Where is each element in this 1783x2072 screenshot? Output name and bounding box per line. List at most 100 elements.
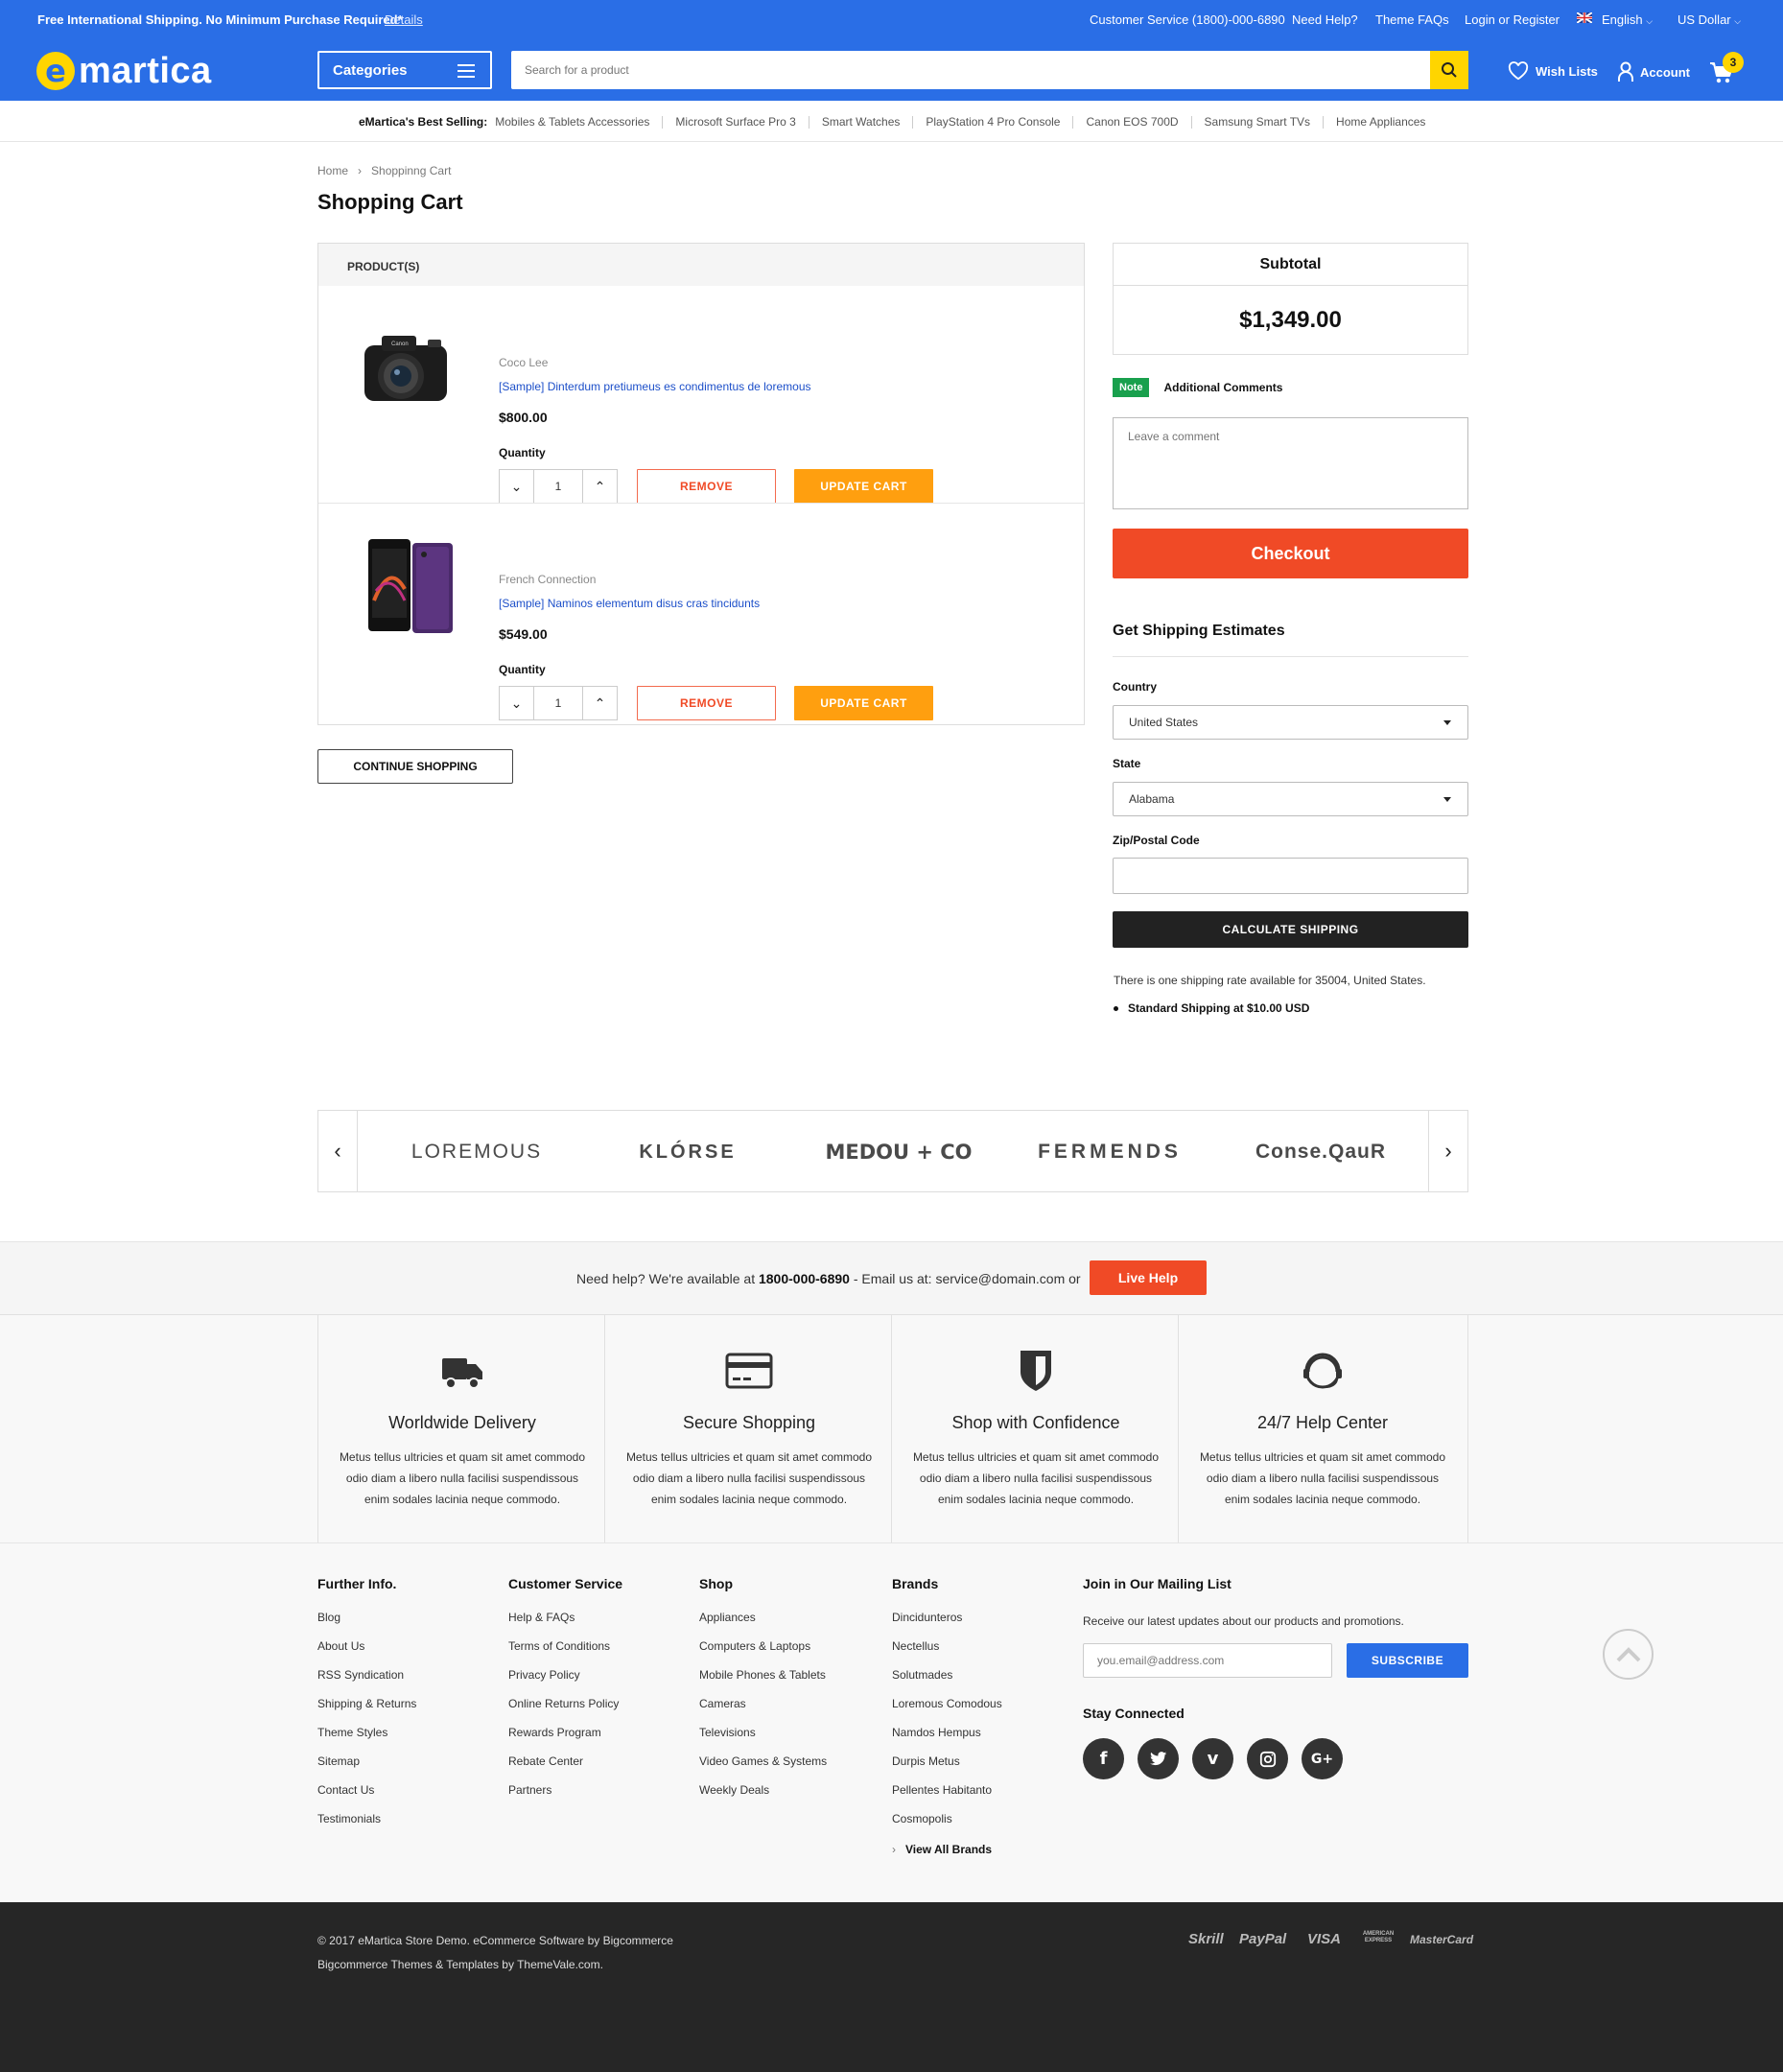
currency-selector[interactable]: US Dollar ⌵ <box>1677 12 1741 27</box>
best-selling-item[interactable]: Mobiles & Tablets Accessories <box>495 115 662 129</box>
update-cart-button[interactable]: UPDATE CART <box>794 686 933 720</box>
footer-link[interactable]: Partners <box>508 1783 622 1812</box>
google-plus-icon[interactable]: G+ <box>1302 1738 1343 1779</box>
footer-link[interactable]: Privacy Policy <box>508 1668 622 1697</box>
instagram-icon[interactable] <box>1247 1738 1288 1779</box>
twitter-icon[interactable] <box>1138 1738 1179 1779</box>
continue-shopping-button[interactable]: CONTINUE SHOPPING <box>317 749 513 784</box>
categories-button[interactable]: Categories <box>317 51 492 89</box>
best-selling-item[interactable]: Samsung Smart TVs <box>1190 115 1323 129</box>
need-help-link[interactable]: Need Help? <box>1292 12 1358 27</box>
carousel-next-button[interactable]: › <box>1428 1111 1467 1191</box>
account-link[interactable]: Account <box>1618 61 1690 82</box>
country-value: United States <box>1129 716 1199 729</box>
best-selling-item[interactable]: Home Appliances <box>1323 115 1438 129</box>
cart-table: PRODUCT(S) Canon Coco Lee [Sample] Dinte… <box>317 243 1085 725</box>
subtotal-box: Subtotal $1,349.00 <box>1113 243 1468 355</box>
increase-quantity-button[interactable]: ⌃ <box>582 687 617 719</box>
remove-button[interactable]: REMOVE <box>637 686 776 720</box>
footer-link[interactable]: Rebate Center <box>508 1754 622 1783</box>
country-select[interactable]: United States <box>1113 705 1468 740</box>
view-all-brands-link[interactable]: › View All Brands <box>892 1843 1002 1856</box>
site-logo[interactable]: e martica <box>36 51 212 91</box>
footer-link[interactable]: Weekly Deals <box>699 1783 827 1812</box>
uk-flag-icon <box>1576 12 1593 26</box>
customer-service-link[interactable]: Customer Service (1800)-000-6890 <box>1090 12 1285 27</box>
footer-link[interactable]: Rewards Program <box>508 1726 622 1754</box>
cart-button[interactable]: 3 <box>1709 52 1744 84</box>
footer-link[interactable]: Televisions <box>699 1726 827 1754</box>
decrease-quantity-button[interactable]: ⌄ <box>500 470 534 503</box>
footer-link[interactable]: Loremous Comodous <box>892 1697 1002 1726</box>
vimeo-icon[interactable]: v <box>1192 1738 1233 1779</box>
footer-link[interactable]: Durpis Metus <box>892 1754 1002 1783</box>
decrease-quantity-button[interactable]: ⌄ <box>500 687 534 719</box>
credit-card-icon <box>725 1353 773 1389</box>
back-to-top-button[interactable] <box>1603 1629 1654 1680</box>
calculate-shipping-button[interactable]: CALCULATE SHIPPING <box>1113 911 1468 948</box>
best-selling-item[interactable]: Canon EOS 700D <box>1072 115 1190 129</box>
live-help-button[interactable]: Live Help <box>1090 1260 1207 1295</box>
footer-link[interactable]: RSS Syndication <box>317 1668 416 1697</box>
footer-link[interactable]: Shipping & Returns <box>317 1697 416 1726</box>
footer-link[interactable]: Mobile Phones & Tablets <box>699 1668 827 1697</box>
language-selector[interactable]: English ⌵ <box>1602 12 1653 27</box>
footer-link[interactable]: Online Returns Policy <box>508 1697 622 1726</box>
state-select[interactable]: Alabama <box>1113 782 1468 816</box>
footer-link[interactable]: Testimonials <box>317 1812 416 1841</box>
wishlists-label: Wish Lists <box>1536 63 1598 79</box>
product-image-phone[interactable] <box>353 533 458 639</box>
subscribe-button[interactable]: SUBSCRIBE <box>1347 1643 1468 1678</box>
update-cart-button[interactable]: UPDATE CART <box>794 469 933 504</box>
footer-link[interactable]: Video Games & Systems <box>699 1754 827 1783</box>
footer-link[interactable]: Cameras <box>699 1697 827 1726</box>
breadcrumb-home[interactable]: Home <box>317 164 348 177</box>
footer-link[interactable]: Computers & Laptops <box>699 1639 827 1668</box>
email-input[interactable] <box>1083 1643 1332 1678</box>
remove-button[interactable]: REMOVE <box>637 469 776 504</box>
brand-logo[interactable]: MEDOU + CO <box>817 1138 980 1166</box>
promo-details-link[interactable]: Details <box>385 12 423 27</box>
brand-logo[interactable]: FERMENDS <box>1028 1138 1191 1166</box>
product-name-link[interactable]: [Sample] Dinterdum pretiumeus es condime… <box>499 380 811 393</box>
footer-link[interactable]: Nectellus <box>892 1639 1002 1668</box>
footer-link[interactable]: Pellentes Habitanto <box>892 1783 1002 1812</box>
facebook-icon[interactable]: f <box>1083 1738 1124 1779</box>
footer-link[interactable]: Blog <box>317 1611 416 1639</box>
increase-quantity-button[interactable]: ⌃ <box>582 470 617 503</box>
product-name-link[interactable]: [Sample] Naminos elementum disus cras ti… <box>499 597 760 610</box>
footer-link[interactable]: Cosmopolis <box>892 1812 1002 1841</box>
product-price: $800.00 <box>499 410 548 425</box>
carousel-prev-button[interactable]: ‹ <box>318 1111 358 1191</box>
brand-logo[interactable]: LOREMOUS <box>395 1138 558 1166</box>
footer-link[interactable]: Solutmades <box>892 1668 1002 1697</box>
search-input[interactable] <box>511 51 1430 89</box>
brand-logo[interactable]: Conse.QauR <box>1239 1138 1402 1166</box>
comment-textarea[interactable] <box>1113 417 1468 509</box>
chevron-right-icon: › <box>892 1843 896 1856</box>
product-image-camera[interactable]: Canon <box>353 317 458 422</box>
footer-link[interactable]: About Us <box>317 1639 416 1668</box>
best-selling-item[interactable]: PlayStation 4 Pro Console <box>912 115 1072 129</box>
footer-link[interactable]: Theme Styles <box>317 1726 416 1754</box>
paypal-logo: PayPal <box>1239 1931 1287 1947</box>
wishlists-link[interactable]: Wish Lists <box>1508 61 1598 81</box>
login-register-link[interactable]: Login or Register <box>1465 12 1560 27</box>
quantity-value[interactable]: 1 <box>534 470 582 503</box>
footer-link[interactable]: Appliances <box>699 1611 827 1639</box>
footer-link[interactable]: Help & FAQs <box>508 1611 622 1639</box>
footer-link[interactable]: Terms of Conditions <box>508 1639 622 1668</box>
footer-link[interactable]: Contact Us <box>317 1783 416 1812</box>
footer-link[interactable]: Sitemap <box>317 1754 416 1783</box>
search-button[interactable] <box>1430 51 1468 89</box>
brand-logo[interactable]: KLÓRSE <box>606 1138 769 1166</box>
zip-input[interactable] <box>1113 858 1468 894</box>
checkout-button[interactable]: Checkout <box>1113 529 1468 578</box>
quantity-value[interactable]: 1 <box>534 687 582 719</box>
best-selling-item[interactable]: Smart Watches <box>808 115 913 129</box>
footer-link[interactable]: Namdos Hempus <box>892 1726 1002 1754</box>
product-price: $549.00 <box>499 626 548 642</box>
theme-faqs-link[interactable]: Theme FAQs <box>1375 12 1449 27</box>
best-selling-item[interactable]: Microsoft Surface Pro 3 <box>662 115 808 129</box>
footer-link[interactable]: Dincidunteros <box>892 1611 1002 1639</box>
